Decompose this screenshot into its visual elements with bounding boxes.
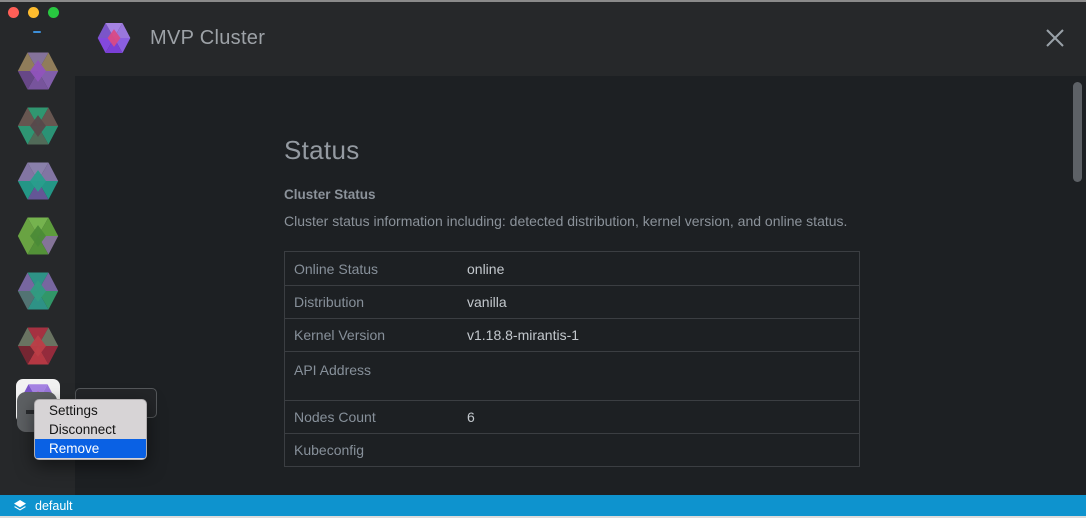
row-label: Kubeconfig — [285, 441, 467, 459]
context-menu-item[interactable]: Remove — [35, 439, 146, 458]
window-top-highlight — [0, 0, 1086, 2]
minimize-traffic-light[interactable] — [28, 7, 39, 18]
sidebar-cluster-icon[interactable] — [16, 104, 60, 148]
row-label: Online Status — [285, 260, 467, 278]
sidebar-cluster-icon[interactable] — [16, 159, 60, 203]
cluster-icon — [97, 21, 131, 55]
zoom-traffic-light[interactable] — [48, 7, 59, 18]
cluster-hex-icon — [17, 159, 59, 203]
close-traffic-light[interactable] — [8, 7, 19, 18]
section-title: Cluster Status — [284, 186, 860, 203]
row-label: Kernel Version — [285, 326, 467, 344]
sidebar-cluster-icon[interactable] — [16, 49, 60, 93]
table-row: Distribution vanilla — [285, 285, 859, 318]
scroll-indicator — [33, 31, 41, 33]
cluster-hex-icon — [17, 104, 59, 148]
row-label: Distribution — [285, 293, 467, 311]
scrollbar-thumb[interactable] — [1073, 82, 1082, 182]
traffic-lights — [8, 7, 59, 18]
cluster-settings-content: Status Cluster Status Cluster status inf… — [75, 76, 1086, 495]
cluster-hex-icon — [17, 324, 59, 368]
section-description: Cluster status information including: de… — [284, 212, 860, 231]
row-value: online — [467, 260, 504, 278]
close-button[interactable] — [1042, 26, 1068, 52]
table-row: API Address — [285, 351, 859, 400]
app-window: MVP Cluster Status Cluster Status Cluste… — [0, 0, 1086, 518]
table-row: Online Status online — [285, 252, 859, 285]
sidebar-cluster-icon[interactable] — [16, 214, 60, 258]
row-value: v1.18.8-mirantis-1 — [467, 326, 579, 344]
cluster-hex-icon — [17, 269, 59, 313]
table-row: Kubeconfig — [285, 433, 859, 466]
cluster-status-table: Online Status online Distribution vanill… — [284, 251, 860, 467]
window-title: MVP Cluster — [150, 27, 265, 50]
status-bar: default — [0, 495, 1086, 516]
cluster-context-menu: SettingsDisconnectRemove — [34, 399, 147, 460]
table-row: Nodes Count 6 — [285, 400, 859, 433]
cluster-hex-icon — [17, 214, 59, 258]
page-title: Status — [284, 132, 860, 168]
table-row: Kernel Version v1.18.8-mirantis-1 — [285, 318, 859, 351]
layers-icon — [12, 498, 28, 514]
row-value: 6 — [467, 408, 475, 426]
row-label: Nodes Count — [285, 408, 467, 426]
row-value: vanilla — [467, 293, 507, 311]
context-menu-item[interactable]: Settings — [35, 401, 146, 420]
cluster-list — [0, 49, 75, 423]
sidebar-cluster-icon[interactable] — [16, 324, 60, 368]
active-context-label: default — [35, 499, 73, 513]
status-page: Status Cluster Status Cluster status inf… — [284, 76, 860, 467]
close-icon — [1043, 26, 1067, 50]
sidebar-cluster-icon[interactable] — [16, 269, 60, 313]
cluster-hex-icon — [17, 49, 59, 93]
context-menu-item[interactable]: Disconnect — [35, 420, 146, 439]
row-label: API Address — [285, 352, 467, 379]
window-header: MVP Cluster — [75, 0, 1086, 76]
